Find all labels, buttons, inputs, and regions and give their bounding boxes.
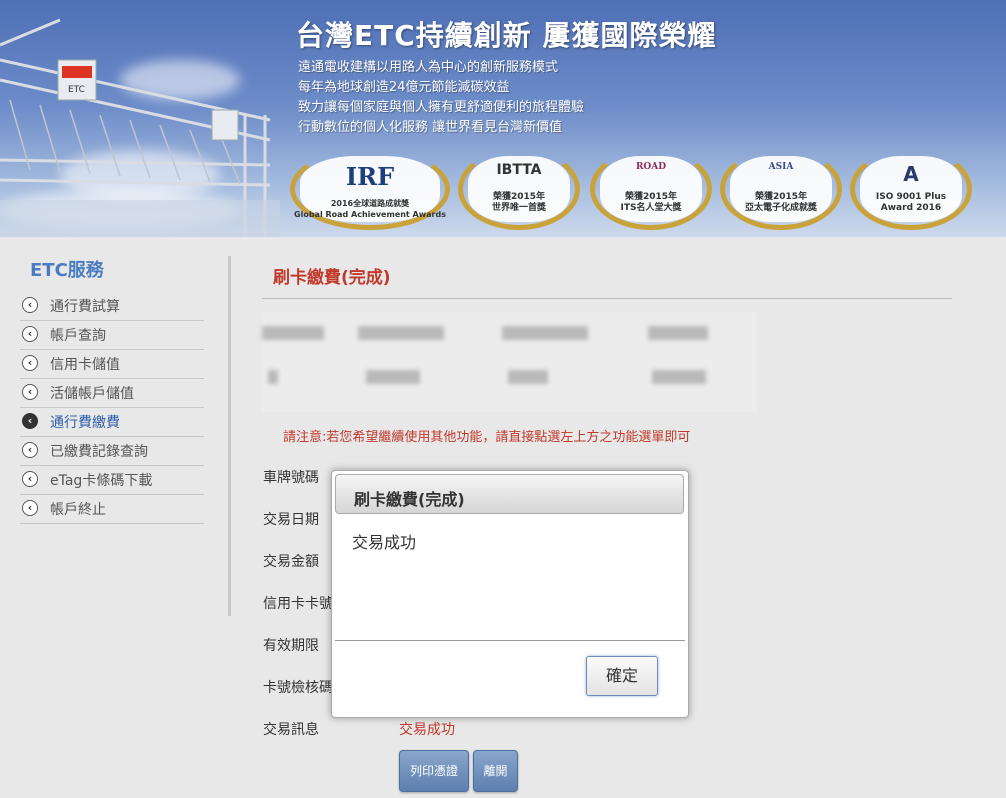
header-banner: ETC 台灣ETC持續創新 屢獲國際榮耀 遠通電收建構以用路人為中心的創新服務模…: [0, 0, 1006, 237]
sidebar-item-payment-history[interactable]: ‹ 已繳費記錄查詢: [20, 437, 204, 466]
award-logo: ROAD: [635, 162, 667, 172]
chevron-left-icon: ‹: [22, 471, 38, 487]
sidebar-item-label: 通行費試算: [50, 299, 120, 315]
sidebar-item-label: 通行費繳費: [50, 415, 120, 431]
award-text: 榮獲2015年 世界唯一首獎: [491, 192, 546, 213]
title-divider: [262, 298, 952, 299]
chevron-left-icon: ‹: [22, 500, 38, 516]
chevron-left-icon: ‹: [22, 326, 38, 342]
sidebar-item-account-close[interactable]: ‹ 帳戶終止: [20, 495, 204, 524]
sidebar-item-label: 帳戶查詢: [50, 328, 106, 344]
award-logo: A: [903, 162, 919, 186]
award-text: 榮獲2015年 ITS名人堂大獎: [620, 192, 682, 213]
field-label-date: 交易日期: [263, 512, 319, 528]
result-dialog: 刷卡繳費(完成) 交易成功 確定: [331, 470, 689, 718]
award-logo: IBTTA: [496, 162, 542, 178]
banner-line: 致力讓每個家庭與個人擁有更舒適便利的旅程體驗: [298, 100, 585, 115]
banner-title: 台灣ETC持續創新 屢獲國際榮耀: [296, 19, 717, 52]
sidebar-item-credit-topup[interactable]: ‹ 信用卡儲值: [20, 350, 204, 379]
field-label-amount: 交易金額: [263, 554, 319, 570]
chevron-left-icon: ‹: [22, 413, 38, 429]
sidebar-item-label: eTag卡條碼下載: [50, 473, 153, 489]
award-text: 2016全球道路成就獎 Global Road Achievement Awar…: [294, 199, 446, 219]
dialog-title: 刷卡繳費(完成): [354, 490, 465, 509]
sidebar-title: ETC服務: [30, 260, 104, 281]
sidebar-item-savings-topup[interactable]: ‹ 活儲帳戶儲值: [20, 379, 204, 408]
confirm-button[interactable]: 確定: [586, 656, 658, 696]
award-logo: IRF: [345, 162, 395, 191]
dialog-message: 交易成功: [352, 533, 417, 552]
page-title: 刷卡繳費(完成): [273, 268, 391, 288]
sidebar-item-etag-barcode[interactable]: ‹ eTag卡條碼下載: [20, 466, 204, 495]
etc-gantry-image: ETC: [0, 18, 280, 237]
field-label-message: 交易訊息: [263, 722, 319, 738]
banner-line: 每年為地球創造24億元節能減碳效益: [298, 80, 510, 95]
ibtta-award-badge: IBTTA 榮獲2015年 世界唯一首獎: [458, 148, 580, 230]
sidebar-item-label: 信用卡儲值: [50, 357, 120, 373]
dialog-header: 刷卡繳費(完成): [335, 474, 684, 514]
award-badges: IRF 2016全球道路成就獎 Global Road Achievement …: [290, 148, 990, 232]
sidebar-item-toll-estimate[interactable]: ‹ 通行費試算: [20, 292, 204, 321]
sidebar-item-label: 帳戶終止: [50, 502, 106, 518]
chevron-left-icon: ‹: [22, 442, 38, 458]
redacted-summary: [262, 312, 757, 412]
award-text: 榮獲2015年 亞太電子化成就獎: [744, 192, 817, 213]
award-logo: ASIA: [768, 162, 794, 172]
sidebar-item-account-query[interactable]: ‹ 帳戶查詢: [20, 321, 204, 350]
sidebar-item-label: 已繳費記錄查詢: [50, 444, 148, 460]
notice-text: 請注意:若您希望繼續使用其他功能，請直接點選左上方之功能選單即可: [283, 430, 691, 445]
chevron-left-icon: ‹: [22, 355, 38, 371]
iso-award-badge: A ISO 9001 Plus Award 2016: [850, 148, 972, 230]
field-label-plate: 車牌號碼: [263, 470, 319, 486]
banner-lines: 遠通電收建構以用路人為中心的創新服務模式 每年為地球創造24億元節能減碳效益 致…: [298, 58, 584, 138]
gantry-sign-text: ETC: [68, 85, 85, 95]
dialog-divider: [335, 640, 685, 641]
its-award-badge: ROAD 榮獲2015年 ITS名人堂大獎: [590, 148, 712, 230]
irf-award-badge: IRF 2016全球道路成就獎 Global Road Achievement …: [290, 148, 450, 230]
banner-line: 遠通電收建構以用路人為中心的創新服務模式: [298, 60, 559, 75]
chevron-left-icon: ‹: [22, 297, 38, 313]
field-label-card-check: 卡號檢核碼: [263, 680, 333, 696]
field-value-message: 交易成功: [399, 722, 455, 738]
field-label-expiry: 有效期限: [263, 638, 319, 654]
chevron-left-icon: ‹: [22, 384, 38, 400]
sidebar-menu: ‹ 通行費試算 ‹ 帳戶查詢 ‹ 信用卡儲值 ‹ 活儲帳戶儲值 ‹ 通行費繳費 …: [20, 292, 204, 524]
sidebar-item-toll-payment[interactable]: ‹ 通行費繳費: [20, 408, 204, 437]
sidebar-divider: [228, 256, 231, 616]
asia-award-badge: ASIA 榮獲2015年 亞太電子化成就獎: [720, 148, 842, 230]
banner-line: 行動數位的個人化服務 讓世界看見台灣新價值: [298, 120, 563, 135]
print-receipt-button[interactable]: 列印憑證: [399, 750, 469, 792]
sidebar-item-label: 活儲帳戶儲值: [50, 386, 134, 402]
leave-button[interactable]: 離開: [473, 750, 518, 792]
award-text: ISO 9001 Plus Award 2016: [875, 192, 947, 213]
field-label-card-number: 信用卡卡號: [263, 596, 333, 612]
